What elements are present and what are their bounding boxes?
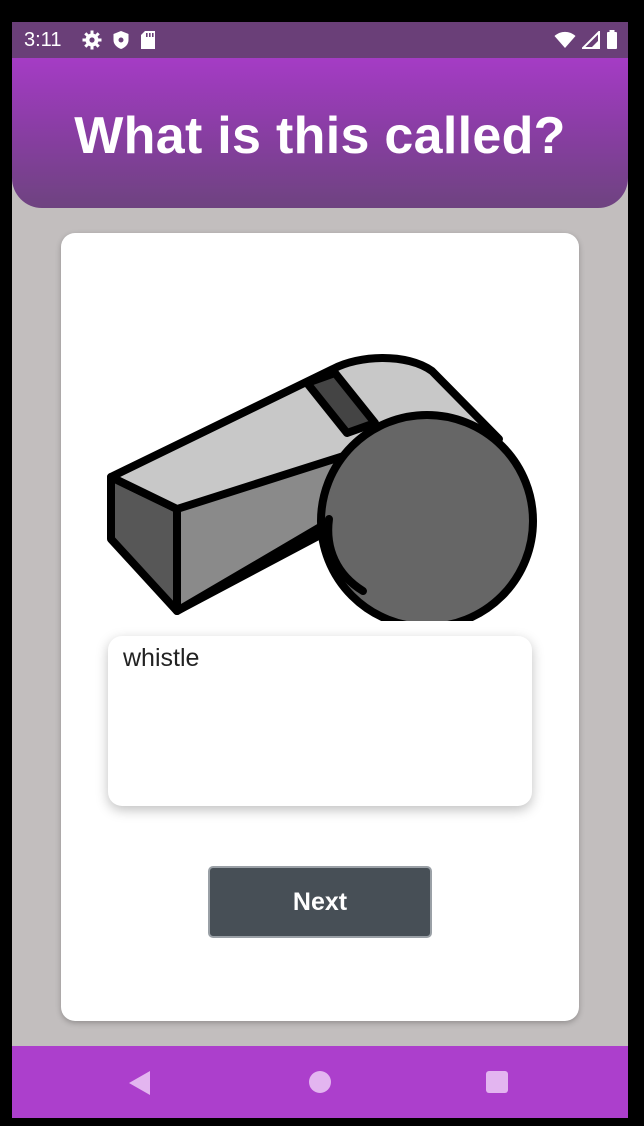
whistle-icon [107, 354, 537, 621]
navigation-bar [12, 1046, 628, 1118]
page-title: What is this called? [74, 107, 566, 165]
recents-icon[interactable] [486, 1071, 508, 1093]
battery-icon [607, 30, 617, 49]
question-card: whistle Next [61, 233, 579, 1021]
back-icon[interactable] [128, 1070, 152, 1096]
shield-icon [113, 31, 129, 49]
device-screen: 3:11 What is this called? whistle Next [12, 22, 628, 1118]
status-bar: 3:11 [12, 22, 628, 58]
sd-card-icon [141, 31, 155, 49]
cell-signal-icon [582, 31, 600, 49]
answer-field[interactable]: whistle [108, 636, 532, 806]
wifi-icon [554, 31, 576, 48]
status-left-icons [82, 30, 156, 50]
next-button[interactable]: Next [208, 866, 432, 938]
app-header: What is this called? [12, 58, 628, 208]
gear-icon [82, 30, 102, 50]
status-right-icons [554, 30, 618, 50]
home-icon[interactable] [309, 1071, 331, 1093]
status-time: 3:11 [24, 29, 62, 51]
answer-text: whistle [123, 644, 200, 672]
